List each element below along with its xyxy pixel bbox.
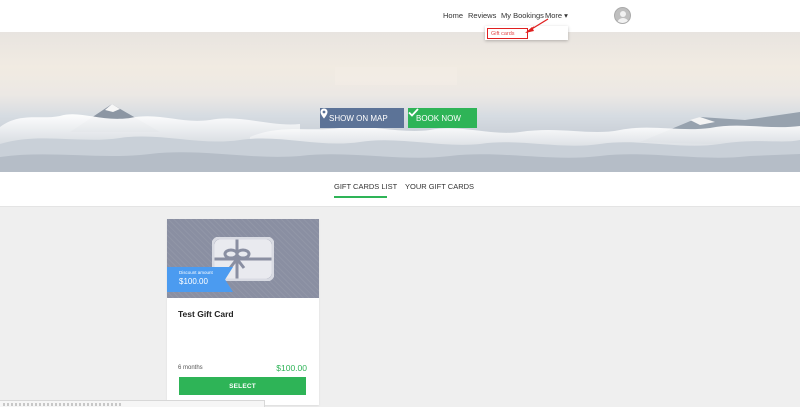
nav-more-menu[interactable]: More ▾ [545, 11, 568, 20]
hero-cloud-background [0, 67, 800, 172]
show-on-map-button[interactable]: SHOW ON MAP [320, 108, 404, 128]
user-avatar[interactable] [614, 7, 631, 24]
more-dropdown-menu: Gift cards [485, 26, 568, 40]
nav-home-link[interactable]: Home [443, 11, 463, 20]
gift-card-tabs: GIFT CARDS LIST YOUR GIFT CARDS [0, 172, 800, 207]
discount-amount: $100.00 [179, 277, 208, 286]
gift-card-duration: 6 months [178, 365, 203, 371]
nav-my-bookings-link[interactable]: My Bookings [501, 11, 544, 20]
top-navbar: Home Reviews My Bookings More ▾ [0, 0, 800, 32]
show-on-map-label: SHOW ON MAP [329, 113, 388, 123]
book-now-button[interactable]: BOOK NOW [408, 108, 477, 128]
discount-ribbon: Discount amount $100.00 [167, 267, 233, 292]
check-icon [408, 108, 419, 117]
discount-label: Discount amount [179, 270, 213, 275]
select-button[interactable]: SELECT [179, 377, 306, 395]
tab-gift-cards-list[interactable]: GIFT CARDS LIST [334, 182, 397, 191]
browser-status-bar [0, 400, 265, 407]
nav-reviews-link[interactable]: Reviews [468, 11, 496, 20]
active-tab-indicator [334, 196, 387, 198]
avatar-body [617, 18, 629, 23]
book-now-label: BOOK NOW [416, 113, 461, 123]
gift-card-price: $100.00 [276, 363, 307, 373]
gift-card-title: Test Gift Card [178, 309, 234, 319]
status-url-text [3, 403, 123, 406]
gift-card-item: Discount amount $100.00 Test Gift Card 6… [167, 219, 319, 405]
map-pin-icon [320, 108, 328, 119]
avatar-head [620, 11, 626, 17]
hero-banner: SHOW ON MAP BOOK NOW [0, 32, 800, 172]
gift-card-image: Discount amount $100.00 [167, 219, 319, 298]
tab-your-gift-cards[interactable]: YOUR GIFT CARDS [405, 182, 474, 191]
dropdown-item-gift-cards[interactable]: Gift cards [487, 28, 528, 39]
